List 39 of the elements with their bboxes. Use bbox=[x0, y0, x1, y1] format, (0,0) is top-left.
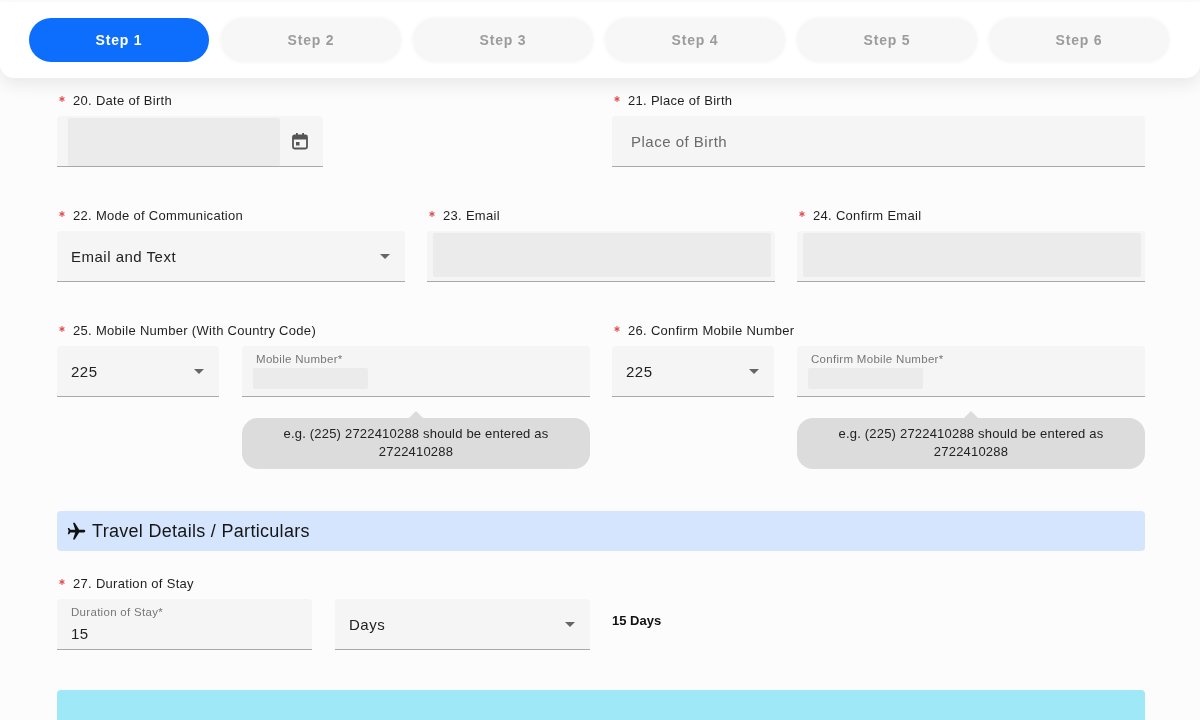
dropdown[interactable]: 225 bbox=[57, 346, 219, 397]
hint-tooltip: e.g. (225) 2722410288 should be entered as 2722410288 bbox=[797, 411, 1145, 469]
dropdown[interactable]: 225 bbox=[612, 346, 774, 397]
field-label: 24. Confirm Email bbox=[813, 207, 922, 225]
text-input[interactable] bbox=[797, 231, 1145, 282]
caret-icon bbox=[565, 621, 575, 627]
field-label: 27. Duration of Stay bbox=[73, 575, 194, 593]
hint-tooltip: e.g. (225) 2722410288 should be entered as 2722410288 bbox=[242, 411, 590, 469]
caret-icon bbox=[194, 368, 204, 374]
text-field[interactable]: Mobile Number* bbox=[242, 346, 590, 397]
caret-icon bbox=[749, 368, 759, 374]
text-input[interactable]: 15 bbox=[71, 623, 96, 643]
floating-label: Confirm Mobile Number* bbox=[811, 352, 944, 366]
field-label: 22. Mode of Communication bbox=[73, 207, 244, 225]
field-label: 25. Mobile Number (With Country Code) bbox=[73, 322, 317, 340]
floating-label: Mobile Number* bbox=[256, 352, 343, 366]
dropdown[interactable]: Days bbox=[335, 599, 590, 650]
dropdown[interactable]: Email and Text bbox=[57, 231, 405, 282]
field-label: 21. Place of Birth bbox=[628, 92, 733, 110]
step-tab[interactable]: Step 4 bbox=[605, 18, 785, 62]
floating-label: Duration of Stay* bbox=[71, 605, 164, 619]
duration-summary: 15 Days bbox=[612, 612, 662, 630]
step-tab[interactable]: Step 5 bbox=[797, 18, 977, 62]
step-tab[interactable]: Step 2 bbox=[221, 18, 401, 62]
step-tab[interactable]: Step 1 bbox=[29, 18, 209, 62]
text-field[interactable]: Confirm Mobile Number* bbox=[797, 346, 1145, 397]
text-field[interactable]: Duration of Stay* 15 bbox=[57, 599, 312, 650]
field-label: 26. Confirm Mobile Number bbox=[628, 322, 795, 340]
step-tab[interactable]: Step 3 bbox=[413, 18, 593, 62]
section-title: Travel Details / Particulars bbox=[92, 520, 310, 542]
calendar-icon[interactable] bbox=[291, 132, 309, 150]
step-tab[interactable]: Step 6 bbox=[989, 18, 1169, 62]
field-label: 23. Email bbox=[443, 207, 500, 225]
field-label: 20. Date of Birth bbox=[73, 92, 173, 110]
date-input[interactable] bbox=[57, 116, 323, 167]
airplane-icon bbox=[66, 520, 87, 542]
text-input[interactable]: Place of Birth bbox=[612, 116, 1145, 167]
caret-icon bbox=[380, 253, 390, 259]
text-input[interactable] bbox=[427, 231, 775, 282]
